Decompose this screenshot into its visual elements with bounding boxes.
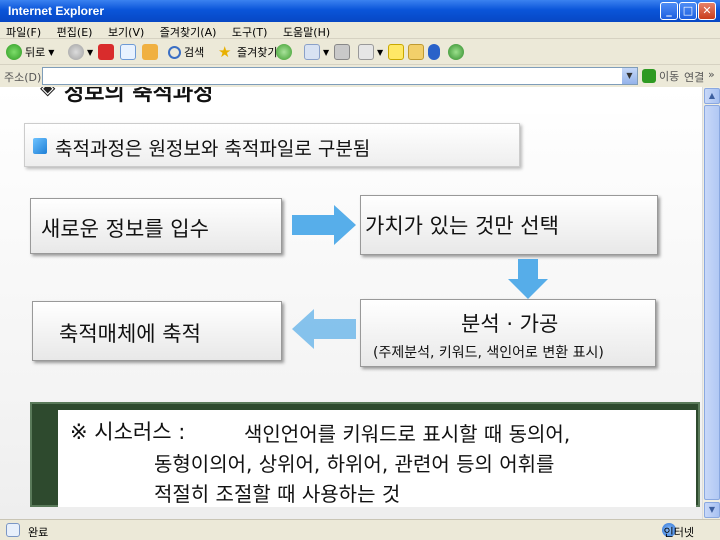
arrow-left-icon bbox=[292, 309, 356, 349]
address-bar: 주소(D) ▼ 이동 연결 » bbox=[0, 66, 720, 86]
back-button[interactable]: 뒤로 ▼ bbox=[6, 42, 54, 62]
menu-favorites[interactable]: 즐겨찾기(A) bbox=[154, 22, 223, 40]
print-button[interactable] bbox=[334, 42, 350, 62]
page-content: ◈ 정보의 축적과정 축적과정은 원정보와 축적파일로 구분됨 새로운 정보를 … bbox=[0, 87, 702, 519]
close-button[interactable]: ✕ bbox=[698, 2, 716, 20]
status-text: 완료 bbox=[28, 526, 49, 539]
diamond-icon: ◈ bbox=[40, 87, 56, 99]
thesaurus-note: ※ 시소러스 : 색인언어를 키워드로 표시할 때 동의어, 동형이의어, 상위… bbox=[58, 410, 696, 507]
step-storage-box: 축적매체에 축적 bbox=[32, 301, 282, 361]
links-label[interactable]: 연결 bbox=[684, 69, 704, 85]
address-input[interactable]: ▼ bbox=[42, 67, 638, 85]
page-icon bbox=[6, 523, 20, 537]
subtitle-text: 축적과정은 원정보와 축적파일로 구분됨 bbox=[55, 138, 371, 160]
home-icon bbox=[142, 44, 158, 60]
chevron-down-icon: ▼ bbox=[87, 47, 94, 57]
minimize-button[interactable]: _ bbox=[660, 2, 678, 20]
step-new-info-box: 새로운 정보를 입수 bbox=[30, 198, 282, 254]
print-icon bbox=[334, 44, 350, 60]
history-icon bbox=[276, 44, 292, 60]
menu-file[interactable]: 파일(F) bbox=[0, 22, 47, 40]
messenger-icon bbox=[448, 44, 464, 60]
cube-icon bbox=[33, 138, 47, 154]
menu-tools[interactable]: 도구(T) bbox=[226, 22, 274, 40]
edit-icon bbox=[358, 44, 374, 60]
chevron-down-icon: ▼ bbox=[377, 47, 384, 57]
arrow-down-icon bbox=[508, 259, 548, 299]
maximize-button[interactable]: □ bbox=[679, 2, 697, 20]
subtitle-box: 축적과정은 원정보와 축적파일로 구분됨 bbox=[24, 123, 520, 167]
window-titlebar: Internet Explorer bbox=[0, 0, 720, 22]
scroll-down-button[interactable]: ▼ bbox=[704, 502, 720, 518]
toolbar: 뒤로 ▼ ▼ 검색 ★ 즐겨찾기 ▼ ▼ bbox=[0, 39, 720, 65]
window-title: Internet Explorer bbox=[8, 4, 105, 18]
step-select-box: 가치가 있는 것만 선택 bbox=[360, 195, 658, 255]
folder-button[interactable] bbox=[408, 42, 424, 62]
step-analysis-text: 분석 · 가공 bbox=[461, 312, 559, 336]
back-arrow-icon bbox=[6, 44, 22, 60]
forward-button[interactable]: ▼ bbox=[68, 42, 93, 62]
home-button[interactable] bbox=[142, 42, 158, 62]
go-label: 이동 bbox=[659, 70, 680, 83]
edit-button[interactable]: ▼ bbox=[358, 42, 383, 62]
bluetooth-icon bbox=[428, 44, 440, 60]
menu-help[interactable]: 도움말(H) bbox=[277, 22, 336, 40]
mail-button[interactable]: ▼ bbox=[304, 42, 329, 62]
chevron-down-icon: ▼ bbox=[323, 47, 330, 57]
stop-icon bbox=[98, 44, 114, 60]
step-analysis-detail: (주제분석, 키워드, 색인어로 변환 표시) bbox=[373, 345, 604, 361]
step-analysis-box: 분석 · 가공 (주제분석, 키워드, 색인어로 변환 표시) bbox=[360, 299, 656, 367]
security-zone: 인터넷 bbox=[663, 526, 694, 539]
chevron-down-icon: ▼ bbox=[48, 47, 55, 57]
search-label: 검색 bbox=[184, 46, 205, 59]
notes-button[interactable] bbox=[388, 42, 404, 62]
forward-arrow-icon bbox=[68, 44, 84, 60]
go-arrow-icon bbox=[642, 69, 656, 83]
mail-icon bbox=[304, 44, 320, 60]
star-icon: ★ bbox=[218, 43, 232, 61]
refresh-icon bbox=[120, 44, 136, 60]
vertical-scrollbar[interactable]: ▲ ▼ bbox=[702, 87, 720, 519]
arrow-right-icon bbox=[292, 205, 356, 245]
favorites-button[interactable]: ★ 즐겨찾기 bbox=[218, 42, 277, 62]
thesaurus-note-frame: ※ 시소러스 : 색인언어를 키워드로 표시할 때 동의어, 동형이의어, 상위… bbox=[30, 402, 700, 507]
scroll-thumb[interactable] bbox=[704, 105, 720, 500]
history-button[interactable] bbox=[276, 42, 292, 62]
menu-bar: 파일(F) 편집(E) 보기(V) 즐겨찾기(A) 도구(T) 도움말(H) bbox=[0, 22, 720, 39]
back-label: 뒤로 bbox=[25, 46, 46, 59]
stop-button[interactable] bbox=[98, 42, 114, 62]
messenger-button[interactable] bbox=[448, 42, 464, 62]
note-line-2: 동형이의어, 상위어, 하위어, 관련어 등의 어휘를 bbox=[154, 452, 555, 476]
menu-view[interactable]: 보기(V) bbox=[102, 22, 150, 40]
scroll-up-button[interactable]: ▲ bbox=[704, 88, 720, 104]
search-icon bbox=[168, 45, 181, 59]
note-icon bbox=[388, 44, 404, 60]
step-storage-text: 축적매체에 축적 bbox=[59, 322, 201, 346]
step-new-info-text: 새로운 정보를 입수 bbox=[41, 217, 209, 241]
page-title: 정보의 축적과정 bbox=[64, 87, 214, 106]
status-bar: 완료 인터넷 bbox=[0, 519, 720, 540]
bluetooth-button[interactable] bbox=[428, 42, 440, 62]
more-links-icon[interactable]: » bbox=[708, 68, 715, 81]
go-button[interactable]: 이동 bbox=[642, 68, 679, 84]
note-line-1: 색인언어를 키워드로 표시할 때 동의어, bbox=[244, 422, 571, 446]
menu-edit[interactable]: 편집(E) bbox=[51, 22, 99, 40]
search-button[interactable]: 검색 bbox=[168, 42, 204, 62]
note-heading: ※ 시소러스 : bbox=[70, 420, 186, 444]
note-line-3: 적절히 조절할 때 사용하는 것 bbox=[154, 482, 401, 506]
refresh-button[interactable] bbox=[120, 42, 136, 62]
favorites-label: 즐겨찾기 bbox=[237, 46, 278, 59]
folder-icon bbox=[408, 44, 424, 60]
chevron-down-icon[interactable]: ▼ bbox=[622, 68, 637, 84]
step-select-text: 가치가 있는 것만 선택 bbox=[365, 214, 559, 238]
address-label: 주소(D) bbox=[4, 71, 42, 84]
